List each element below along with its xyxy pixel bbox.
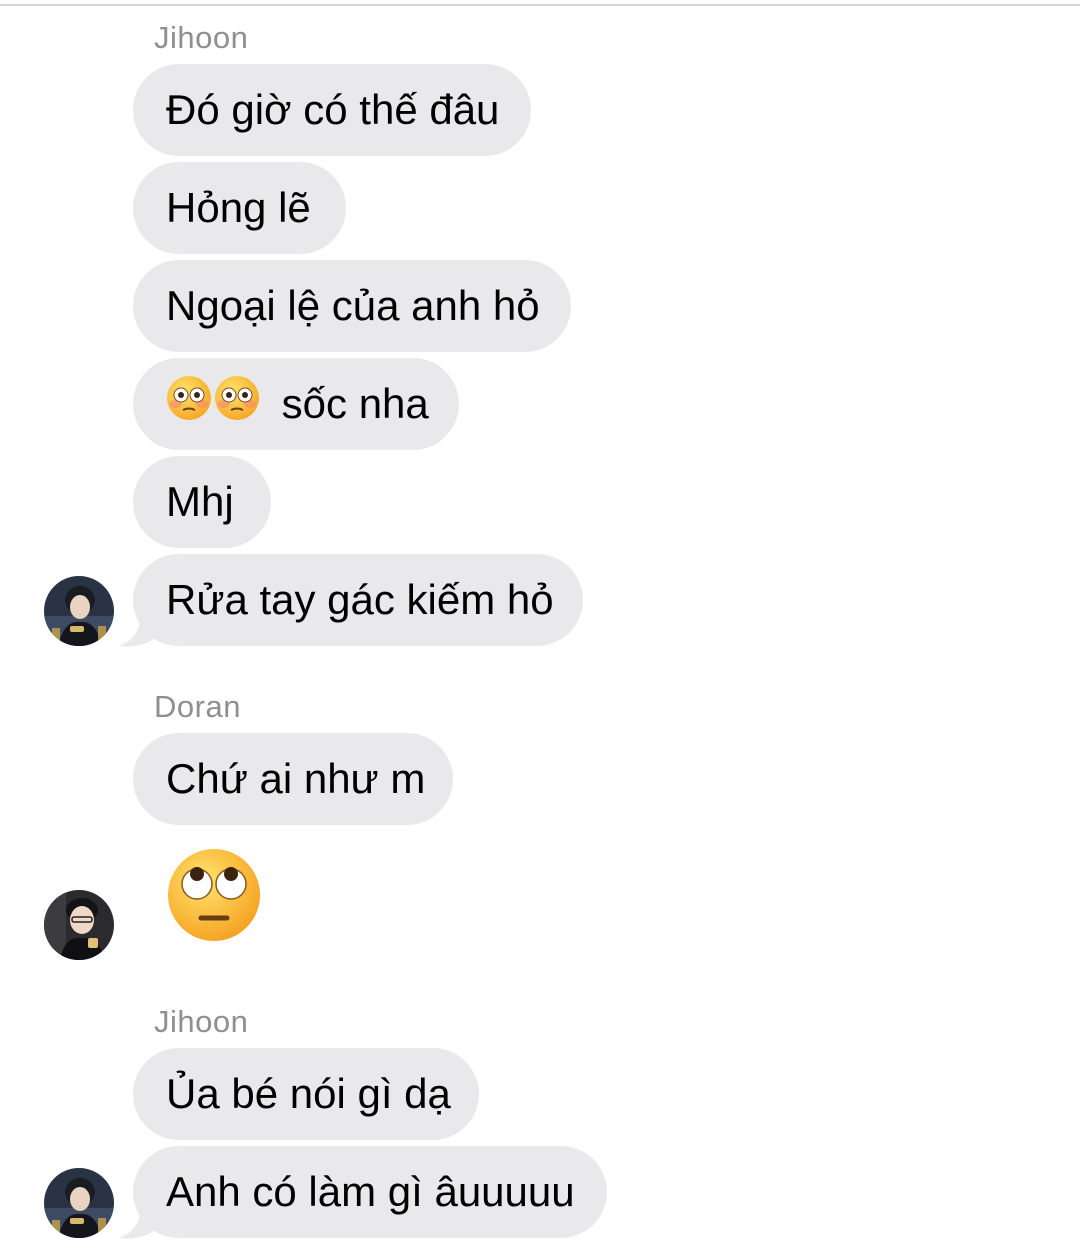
avatar[interactable]: [44, 1168, 114, 1238]
message-bubble[interactable]: Ngoại lệ của anh hỏ: [133, 260, 571, 352]
sender-name: Jihoon: [154, 1004, 249, 1039]
message-bubble[interactable]: Mhj: [133, 456, 271, 548]
message-bubble[interactable]: sốc nha: [133, 358, 459, 450]
message-bubble[interactable]: Đó giờ có thế đâu: [133, 64, 531, 156]
sender-name: Jihoon: [154, 20, 249, 55]
message-bubble[interactable]: Hỏng lẽ: [133, 162, 346, 254]
flushed-face-icon: [214, 361, 260, 453]
message-text: sốc nha: [281, 380, 429, 427]
message-bubble[interactable]: Chứ ai như m: [133, 733, 453, 825]
face-with-rolling-eyes-icon[interactable]: [165, 846, 263, 949]
message-bubble[interactable]: Rửa tay gác kiếm hỏ: [133, 554, 583, 646]
avatar[interactable]: [44, 576, 114, 646]
sender-name: Doran: [154, 689, 241, 724]
bubble-tail: [118, 618, 158, 647]
top-divider: [0, 4, 1080, 6]
bubble-tail: [118, 1210, 158, 1239]
flushed-face-icon: [166, 361, 212, 453]
message-bubble[interactable]: Anh có làm gì âuuuuu: [133, 1146, 607, 1238]
message-bubble[interactable]: Ủa bé nói gì dạ: [133, 1048, 479, 1140]
avatar[interactable]: [44, 890, 114, 960]
